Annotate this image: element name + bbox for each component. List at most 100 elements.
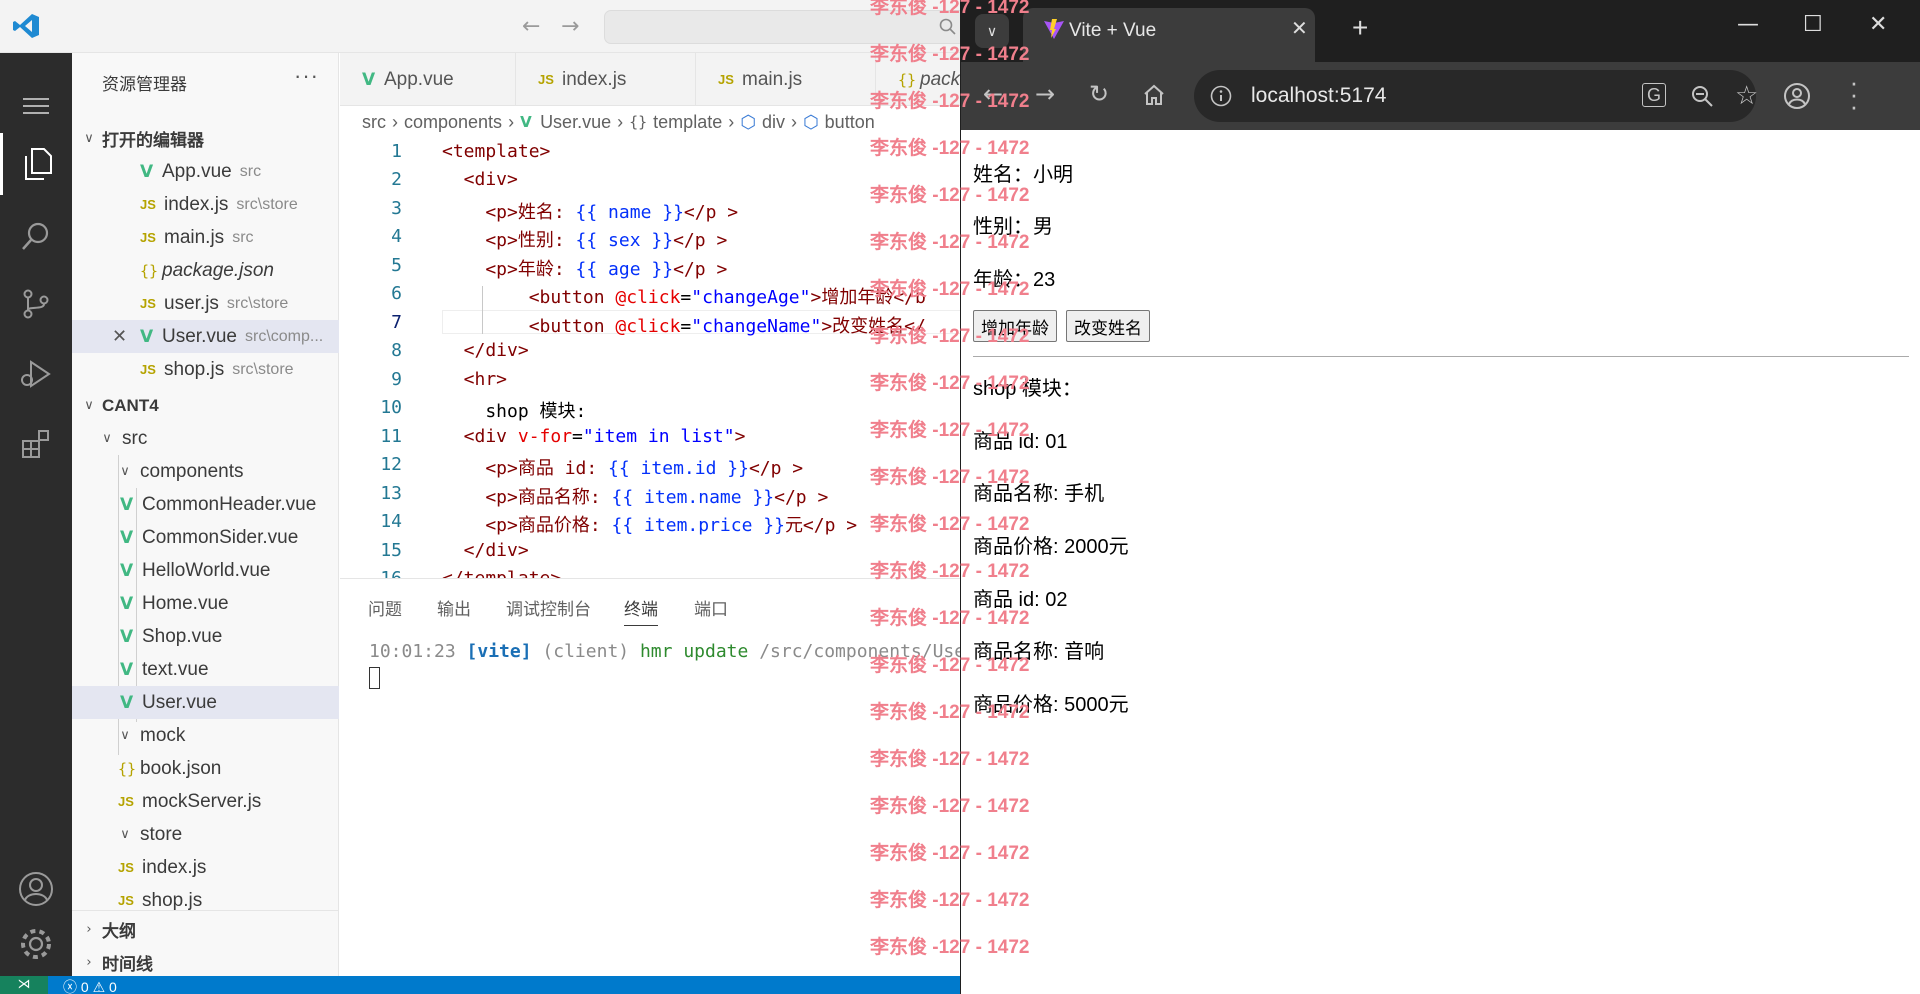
breadcrumb-item[interactable]: src	[362, 112, 386, 133]
breadcrumb-item[interactable]: template	[653, 112, 722, 133]
file-item[interactable]: {} book.json	[72, 752, 339, 785]
remote-icon[interactable]: ⋊	[0, 976, 48, 994]
code-line: <button @click="changeAge">增加年龄</b	[442, 283, 926, 309]
folder-label: components	[140, 460, 244, 482]
file-item[interactable]: V text.vue	[72, 653, 339, 686]
new-tab-icon[interactable]: +	[1352, 12, 1368, 44]
breadcrumb-item[interactable]: div	[762, 112, 785, 133]
file-item[interactable]: V HelloWorld.vue	[72, 554, 339, 587]
code-line: <template>	[442, 141, 550, 162]
browser-tab-title: Vite + Vue	[1069, 20, 1157, 41]
tab-output[interactable]: 输出	[437, 595, 471, 620]
profile-icon[interactable]	[1783, 82, 1811, 110]
file-item-selected[interactable]: V User.vue	[72, 686, 339, 719]
tab-index-js[interactable]: JS index.js	[516, 53, 696, 105]
folder-store[interactable]: ∨ store	[72, 818, 339, 851]
maximize-icon[interactable]: ☐	[1803, 12, 1823, 37]
tab-problems[interactable]: 问题	[368, 595, 402, 620]
file-item[interactable]: V CommonSider.vue	[72, 521, 339, 554]
run-debug-activity-button[interactable]	[0, 343, 72, 405]
folder-src[interactable]: ∨ src	[72, 422, 339, 455]
menu-kebab-icon[interactable]: · · ·	[1849, 69, 1859, 119]
accounts-activity-button[interactable]	[0, 858, 72, 920]
breadcrumb-item[interactable]: User.vue	[540, 112, 611, 133]
forward-icon[interactable]: →	[1035, 80, 1055, 108]
code-token: </p >	[774, 487, 829, 508]
close-tab-icon[interactable]: ✕	[1291, 16, 1308, 41]
search-activity-button[interactable]	[0, 205, 72, 267]
menu-button[interactable]	[0, 75, 72, 137]
file-path: src\store	[226, 294, 289, 312]
forward-arrow-icon[interactable]: →	[561, 14, 579, 39]
tab-debug-console[interactable]: 调试控制台	[506, 595, 591, 620]
file-item[interactable]: V Shop.vue	[72, 620, 339, 653]
more-actions-icon[interactable]: ···	[294, 63, 319, 89]
js-file-icon: JS	[140, 296, 156, 311]
code-token: <p>年龄:	[442, 259, 576, 280]
explorer-activity-button[interactable]	[0, 133, 72, 195]
terminal-client: (client)	[542, 641, 630, 662]
code-token: v-for	[517, 426, 573, 447]
file-path: src	[232, 228, 254, 246]
outline-section[interactable]: › 大纲	[72, 913, 339, 946]
code-line: <button @click="changeName">改变姓名</	[442, 312, 926, 338]
open-editor-item-active[interactable]: ✕ V User.vue src\comp...	[72, 320, 339, 353]
open-editor-item[interactable]: {} package.json	[72, 254, 339, 287]
extensions-activity-button[interactable]	[0, 413, 72, 475]
chevron-right-icon: ›	[392, 111, 398, 132]
open-editor-item[interactable]: JS main.js src	[72, 221, 339, 254]
files-icon	[24, 148, 52, 180]
tab-main-js[interactable]: JS main.js	[696, 53, 876, 105]
tab-app-vue[interactable]: V App.vue	[340, 53, 516, 105]
code-token: </div>	[442, 340, 529, 361]
file-name: package.json	[162, 259, 274, 281]
source-control-icon	[23, 289, 49, 319]
line-number: 9	[391, 369, 402, 390]
folder-mock[interactable]: ∨ mock	[72, 719, 339, 752]
watermark-text: 李东俊 -127 - 1472	[870, 44, 1030, 65]
file-name: User.vue	[162, 325, 237, 347]
manage-activity-button[interactable]	[0, 913, 72, 975]
horizontal-rule	[973, 356, 1909, 357]
timeline-section[interactable]: › 时间线	[72, 946, 339, 979]
minimize-icon[interactable]: —	[1737, 12, 1759, 37]
close-icon[interactable]: ✕	[112, 326, 140, 347]
zoom-icon[interactable]	[1690, 84, 1714, 108]
code-token: =	[680, 316, 692, 337]
folder-components[interactable]: ∨ components	[72, 455, 339, 488]
file-item[interactable]: V CommonHeader.vue	[72, 488, 339, 521]
chevron-down-icon: ∨	[84, 398, 94, 413]
tab-terminal[interactable]: 终端	[624, 595, 658, 626]
element-icon: ⬡	[802, 111, 819, 132]
home-icon[interactable]	[1142, 83, 1166, 107]
vue-file-icon: V	[140, 161, 154, 182]
close-window-icon[interactable]: ✕	[1869, 12, 1887, 37]
bookmark-star-icon[interactable]: ☆	[1735, 80, 1758, 111]
address-bar[interactable]: localhost:5174 G ☆	[1194, 70, 1758, 122]
line-number: 5	[391, 255, 402, 276]
vue-file-icon: V	[140, 326, 154, 347]
open-editor-item[interactable]: V App.vue src	[72, 155, 339, 188]
source-control-activity-button[interactable]	[0, 273, 72, 335]
tab-ports[interactable]: 端口	[694, 595, 728, 620]
code-editor[interactable]: 1 2 3 4 5 6 7 8 9 10 11 12 13 14 15 16 <…	[340, 138, 960, 578]
site-info-icon[interactable]	[1210, 85, 1232, 107]
browser-tab-active[interactable]	[1023, 8, 1315, 62]
vue-file-icon: V	[120, 692, 134, 713]
watermark-text: 李东俊 -127 - 1472	[870, 232, 1030, 253]
open-editor-item[interactable]: JS shop.js src\store	[72, 353, 339, 386]
open-editors-section[interactable]: ∨ 打开的编辑器	[72, 122, 339, 155]
file-item[interactable]: V Home.vue	[72, 587, 339, 620]
open-editor-item[interactable]: JS user.js src\store	[72, 287, 339, 320]
file-item[interactable]: JS index.js	[72, 851, 339, 884]
file-item[interactable]: JS mockServer.js	[72, 785, 339, 818]
breadcrumb-item[interactable]: button	[825, 112, 875, 133]
reload-icon[interactable]: ↻	[1089, 80, 1109, 108]
open-editor-item[interactable]: JS index.js src\store	[72, 188, 339, 221]
translate-icon[interactable]: G	[1642, 83, 1666, 107]
breadcrumb-item[interactable]: components	[404, 112, 502, 133]
problems-status[interactable]: ⓧ 0 ⚠ 0	[63, 977, 117, 994]
project-section[interactable]: ∨ CANT4	[72, 389, 339, 422]
back-arrow-icon[interactable]: ←	[522, 14, 540, 39]
change-name-button[interactable]: 改变姓名	[1066, 310, 1150, 342]
